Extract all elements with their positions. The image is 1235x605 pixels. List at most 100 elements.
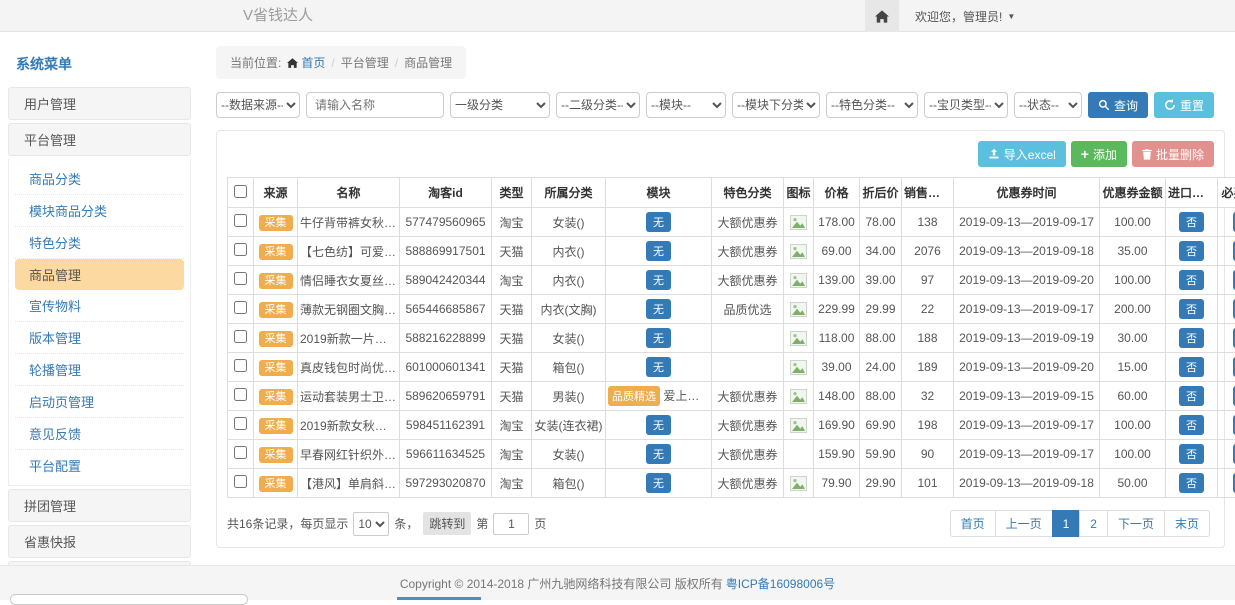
home-button[interactable]: [865, 0, 899, 32]
filter-select-level1-category[interactable]: 一级分类: [450, 92, 550, 118]
row-checkbox[interactable]: [234, 243, 247, 256]
sidebar-item-3[interactable]: 模块商品分类: [15, 195, 184, 227]
category-cell: 内衣(): [532, 266, 606, 295]
sidebar-item-8[interactable]: 轮播管理: [15, 354, 184, 386]
imported-toggle[interactable]: 否: [1179, 328, 1204, 348]
row-checkbox[interactable]: [234, 301, 247, 314]
jump-button[interactable]: 跳转到: [423, 512, 471, 535]
taoke-id-cell: 596611634525: [400, 440, 492, 469]
sidebar-item-9[interactable]: 启动页管理: [15, 386, 184, 418]
row-checkbox[interactable]: [234, 388, 247, 401]
per-page-select[interactable]: 10: [353, 512, 389, 536]
sidebar-item-6[interactable]: 宣传物料: [15, 290, 184, 322]
add-button[interactable]: + 添加: [1071, 141, 1127, 167]
page-button-1[interactable]: 1: [1052, 510, 1081, 537]
source-badge: 采集: [259, 476, 293, 492]
product-thumb-icon: [790, 215, 807, 230]
module-cell: 无: [606, 469, 712, 498]
icp-link[interactable]: 粤ICP备16098006号: [726, 575, 835, 592]
icon-cell: [784, 353, 814, 382]
imported-toggle[interactable]: 否: [1179, 473, 1204, 493]
row-checkbox[interactable]: [234, 214, 247, 227]
imported-toggle[interactable]: 否: [1179, 357, 1204, 377]
product-name-cell: 薄款无钢圈文胸聚拢性...: [298, 295, 400, 324]
user-menu[interactable]: 欢迎您，管理员! ▼: [915, 8, 1015, 25]
search-button[interactable]: 查询: [1088, 92, 1148, 118]
product-name-cell: 早春网红针织外套女春...: [298, 440, 400, 469]
module-badge: 无: [646, 270, 671, 290]
source-cell: 采集: [254, 440, 298, 469]
product-thumb-icon: [790, 331, 807, 346]
imported-toggle[interactable]: 否: [1179, 415, 1204, 435]
filter-select-module[interactable]: --模块--: [646, 92, 726, 118]
search-button-label: 查询: [1114, 97, 1138, 114]
row-checkbox[interactable]: [234, 359, 247, 372]
column-header: 类型: [492, 178, 532, 208]
page-button-2[interactable]: 2: [1079, 510, 1108, 537]
row-checkbox[interactable]: [234, 272, 247, 285]
sidebar-item-12[interactable]: 拼团管理: [8, 489, 191, 522]
reset-button[interactable]: 重置: [1154, 92, 1214, 118]
imported-toggle[interactable]: 否: [1179, 241, 1204, 261]
trash-icon: [1142, 149, 1152, 160]
imported-toggle[interactable]: 否: [1179, 212, 1204, 232]
feature-cell: 大额优惠券: [712, 382, 784, 411]
breadcrumb-home-link[interactable]: 首页: [287, 54, 325, 71]
filter-select-data-source[interactable]: --数据来源--: [216, 92, 300, 118]
page-button-下一页[interactable]: 下一页: [1107, 510, 1165, 537]
row-checkbox[interactable]: [234, 330, 247, 343]
coupon-time-cell: 2019-09-13—2019-09-19: [954, 324, 1100, 353]
filter-select-item-type[interactable]: --宝贝类型--: [924, 92, 1008, 118]
taoke-id-cell: 577479560965: [400, 208, 492, 237]
icon-cell: [784, 237, 814, 266]
coupon-time-cell: 2019-09-13—2019-09-17: [954, 440, 1100, 469]
sidebar-item-1[interactable]: 平台管理: [8, 123, 191, 156]
jump-prefix: 第: [476, 515, 488, 532]
table-row: 采集【七色纺】可爱纯棉家...588869917501天猫内衣()无大额优惠券6…: [228, 237, 1235, 266]
name-search-input[interactable]: [306, 92, 444, 118]
sidebar-item-0[interactable]: 用户管理: [8, 87, 191, 120]
row-checkbox[interactable]: [234, 475, 247, 488]
product-name-cell: 真皮钱包时尚优雅女士...: [298, 353, 400, 382]
table-row: 采集情侣睡衣女夏丝绸男士...589042420344淘宝内衣()无大额优惠券1…: [228, 266, 1235, 295]
page-button-首页[interactable]: 首页: [950, 510, 996, 537]
sales-cell: 2076: [902, 237, 954, 266]
imported-toggle[interactable]: 否: [1179, 299, 1204, 319]
column-header: 图标: [784, 178, 814, 208]
module-badge: 无: [646, 357, 671, 377]
page-button-上一页[interactable]: 上一页: [995, 510, 1053, 537]
home-icon: [287, 58, 298, 68]
sidebar-item-10[interactable]: 意见反馈: [15, 418, 184, 450]
discount-price-cell: 59.90: [860, 440, 902, 469]
import-excel-button[interactable]: 导入excel: [978, 141, 1066, 167]
sidebar-item-13[interactable]: 省惠快报: [8, 525, 191, 558]
imported-toggle[interactable]: 否: [1179, 444, 1204, 464]
sidebar-item-2[interactable]: 商品分类: [15, 163, 184, 195]
row-checkbox[interactable]: [234, 417, 247, 430]
sidebar: 系统菜单 用户管理平台管理商品分类模块商品分类特色分类商品管理宣传物料版本管理轮…: [8, 48, 191, 565]
filter-select-feature-category[interactable]: --特色分类--: [826, 92, 918, 118]
column-header: 特色分类: [712, 178, 784, 208]
icon-cell: [784, 469, 814, 498]
table-row: 采集【港风】单肩斜跨链条...597293020870淘宝箱包()无大额优惠券7…: [228, 469, 1235, 498]
discount-price-cell: 88.00: [860, 324, 902, 353]
price-cell: 139.00: [814, 266, 860, 295]
imported-toggle[interactable]: 否: [1179, 270, 1204, 290]
filter-select-status[interactable]: --状态--: [1014, 92, 1082, 118]
sidebar-item-4[interactable]: 特色分类: [15, 227, 184, 259]
filter-select-level2-category[interactable]: --二级分类--: [556, 92, 640, 118]
category-cell: 内衣(): [532, 237, 606, 266]
discount-price-cell: 69.90: [860, 411, 902, 440]
batch-delete-button[interactable]: 批量删除: [1132, 141, 1214, 167]
sidebar-item-7[interactable]: 版本管理: [15, 322, 184, 354]
row-checkbox[interactable]: [234, 446, 247, 459]
coupon-amount-cell: 50.00: [1100, 469, 1166, 498]
sidebar-item-11[interactable]: 平台配置: [15, 450, 184, 481]
jump-page-input[interactable]: [493, 513, 529, 535]
table-row: 采集运动套装男士卫衣初秋...589620659791天猫男装()品质精选 爱上…: [228, 382, 1235, 411]
sidebar-item-5[interactable]: 商品管理: [15, 259, 184, 290]
select-all-checkbox[interactable]: [234, 185, 247, 198]
page-button-末页[interactable]: 末页: [1164, 510, 1210, 537]
imported-toggle[interactable]: 否: [1179, 386, 1204, 406]
filter-select-module-subcategory[interactable]: --模块下分类--: [732, 92, 820, 118]
